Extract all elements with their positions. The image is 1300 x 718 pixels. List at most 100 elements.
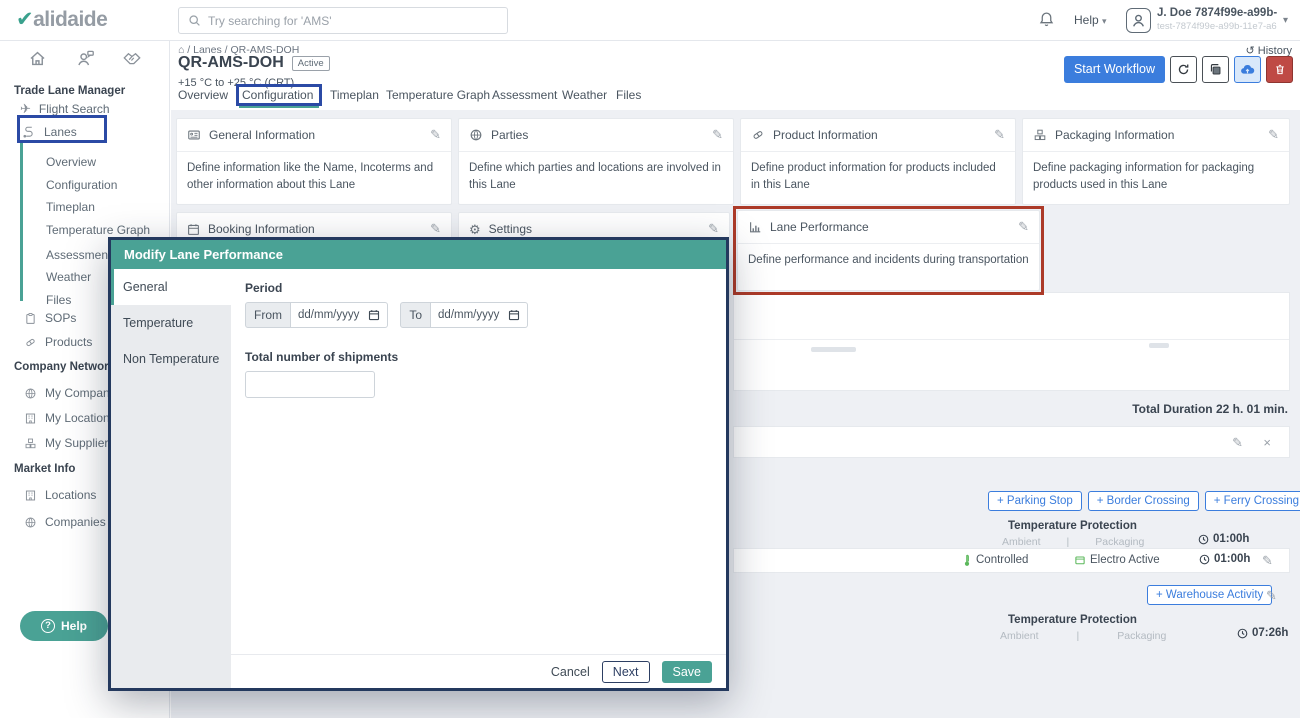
user-name[interactable]: J. Doe 7874f99e-a99b-11... xyxy=(1157,7,1277,19)
support-agent-icon[interactable] xyxy=(76,49,95,68)
sidebar-item-weather[interactable]: Weather xyxy=(46,270,91,284)
page-title: QR-AMS-DOH xyxy=(178,54,284,72)
edit-pencil-icon[interactable]: ✎ xyxy=(1262,553,1273,569)
tab-timeplan[interactable]: Timeplan xyxy=(330,88,379,102)
refresh-button[interactable] xyxy=(1170,56,1197,83)
sidebar-item-configuration[interactable]: Configuration xyxy=(46,178,117,192)
modal-tab-list: General Temperature Non Temperature xyxy=(111,269,231,688)
sidebar-item-timeplan[interactable]: Timeplan xyxy=(46,200,95,214)
duration-value: 01:00h xyxy=(1213,533,1249,545)
sidebar-item-my-locations[interactable]: My Locations xyxy=(24,411,116,425)
user-avatar[interactable] xyxy=(1126,8,1151,33)
sidebar-item-locations[interactable]: Locations xyxy=(24,488,96,502)
add-parking-stop-button[interactable]: + Parking Stop xyxy=(988,491,1082,511)
delete-button[interactable] xyxy=(1266,56,1293,83)
sidebar-item-sops[interactable]: SOPs xyxy=(24,311,76,325)
sidebar-item-products[interactable]: Products xyxy=(24,335,92,349)
app-window: ✔alidaide Help ▾ J. Doe 7874f99e-a99b-11… xyxy=(0,0,1300,718)
edit-pencil-icon[interactable]: ✎ xyxy=(430,127,441,143)
edit-pencil-icon[interactable]: ✎ xyxy=(430,221,441,237)
home-icon[interactable] xyxy=(28,49,47,68)
building-icon xyxy=(24,412,37,425)
user-menu-caret-icon[interactable]: ▾ xyxy=(1283,15,1288,26)
next-button[interactable]: Next xyxy=(602,661,650,683)
card-packaging-information: Packaging Information ✎ Define packaging… xyxy=(1022,118,1290,205)
save-button[interactable]: Save xyxy=(662,661,713,683)
edit-pencil-icon[interactable]: ✎ xyxy=(994,127,1005,143)
boxes-icon xyxy=(24,437,37,450)
edit-pencil-icon[interactable]: ✎ xyxy=(708,221,719,237)
card-description: Define performance and incidents during … xyxy=(738,244,1039,277)
edit-pencil-icon[interactable]: ✎ xyxy=(712,127,723,143)
sidebar-item-label: Locations xyxy=(45,488,96,502)
sidebar-item-flight-search[interactable]: ✈ Flight Search xyxy=(20,101,110,117)
period-label: Period xyxy=(245,281,712,295)
card-description: Define product information for products … xyxy=(741,152,1015,203)
from-date-input[interactable]: dd/mm/yyyy xyxy=(291,302,388,328)
sidebar-item-temperature-graph[interactable]: Temperature Graph xyxy=(46,223,150,237)
tab-overview[interactable]: Overview xyxy=(178,88,228,102)
calendar-icon xyxy=(368,309,380,321)
add-border-crossing-button[interactable]: + Border Crossing xyxy=(1088,491,1199,511)
column-separator: | xyxy=(1067,536,1070,548)
clock-icon xyxy=(1198,534,1209,545)
tab-files[interactable]: Files xyxy=(616,88,641,102)
edit-pencil-icon[interactable]: ✎ xyxy=(1266,588,1277,604)
close-icon[interactable]: × xyxy=(1263,435,1271,450)
tab-configuration[interactable]: Configuration xyxy=(242,88,313,102)
total-shipments-input[interactable] xyxy=(245,371,375,398)
help-menu[interactable]: Help ▾ xyxy=(1074,13,1107,27)
add-ferry-crossing-button[interactable]: + Ferry Crossing xyxy=(1205,491,1300,511)
cloud-upload-button[interactable] xyxy=(1234,56,1261,83)
modal-tab-general[interactable]: General xyxy=(111,269,231,305)
sidebar-item-assessment[interactable]: Assessment xyxy=(46,248,111,262)
help-button[interactable]: ? Help xyxy=(20,611,108,641)
sidebar-item-my-suppliers[interactable]: My Suppliers xyxy=(24,436,114,450)
cancel-button[interactable]: Cancel xyxy=(551,665,590,679)
logo-text: alidaide xyxy=(33,8,107,31)
modal-content: Period From dd/mm/yyyy To dd/mm/yyyy xyxy=(231,269,726,654)
search-input[interactable] xyxy=(208,14,498,28)
from-date-group: From dd/mm/yyyy xyxy=(245,302,388,328)
edit-pencil-icon[interactable]: ✎ xyxy=(1232,435,1243,451)
sidebar-item-lanes[interactable]: Lanes xyxy=(22,125,77,139)
header-actions: Start Workflow xyxy=(1064,56,1293,83)
tab-temperature-graph[interactable]: Temperature Graph xyxy=(386,88,490,102)
card-lane-performance: Lane Performance ✎ Define performance an… xyxy=(737,210,1040,291)
add-warehouse-activity-button[interactable]: + Warehouse Activity xyxy=(1147,585,1272,605)
from-label: From xyxy=(245,302,291,328)
package-icon xyxy=(1074,554,1086,566)
global-search xyxy=(178,7,508,34)
sidebar-item-label: My Locations xyxy=(45,411,116,425)
sidebar-item-label: Companies xyxy=(45,515,106,529)
sidebar-item-my-company[interactable]: My Company xyxy=(24,386,116,400)
card-description: Define which parties and locations are i… xyxy=(459,152,733,203)
globe-icon xyxy=(24,387,37,400)
sidebar-item-files[interactable]: Files xyxy=(46,293,71,307)
temperature-protection-row: Controlled Electro Active 01:00h ✎ xyxy=(733,548,1290,573)
leg-duration: 07:26h xyxy=(1237,627,1288,639)
handshake-icon[interactable] xyxy=(122,49,142,68)
modal-tab-temperature[interactable]: Temperature xyxy=(111,305,231,341)
sidebar-item-companies[interactable]: Companies xyxy=(24,515,106,529)
copy-button[interactable] xyxy=(1202,56,1229,83)
section-market-info: Market Info xyxy=(14,463,75,475)
pills-icon xyxy=(24,336,37,349)
modal-tab-non-temperature[interactable]: Non Temperature xyxy=(111,341,231,377)
start-workflow-button[interactable]: Start Workflow xyxy=(1064,56,1165,83)
gear-icon: ⚙ xyxy=(469,223,481,236)
tab-assessment[interactable]: Assessment xyxy=(492,88,557,102)
temperature-protection-title: Temperature Protection xyxy=(1008,614,1137,626)
chevron-down-icon: ▾ xyxy=(1102,16,1107,26)
edit-pencil-icon[interactable]: ✎ xyxy=(1268,127,1279,143)
pills-icon xyxy=(751,128,765,142)
sidebar-item-label: Flight Search xyxy=(39,102,110,116)
to-date-input[interactable]: dd/mm/yyyy xyxy=(431,302,528,328)
sidebar-item-label: Lanes xyxy=(44,125,77,139)
edit-pencil-icon[interactable]: ✎ xyxy=(1018,219,1029,235)
card-description: Define information like the Name, Incote… xyxy=(177,152,451,203)
bell-icon[interactable] xyxy=(1038,11,1055,28)
packaging-label: Packaging xyxy=(1095,536,1144,548)
tab-weather[interactable]: Weather xyxy=(562,88,607,102)
sidebar-item-overview[interactable]: Overview xyxy=(46,155,96,169)
